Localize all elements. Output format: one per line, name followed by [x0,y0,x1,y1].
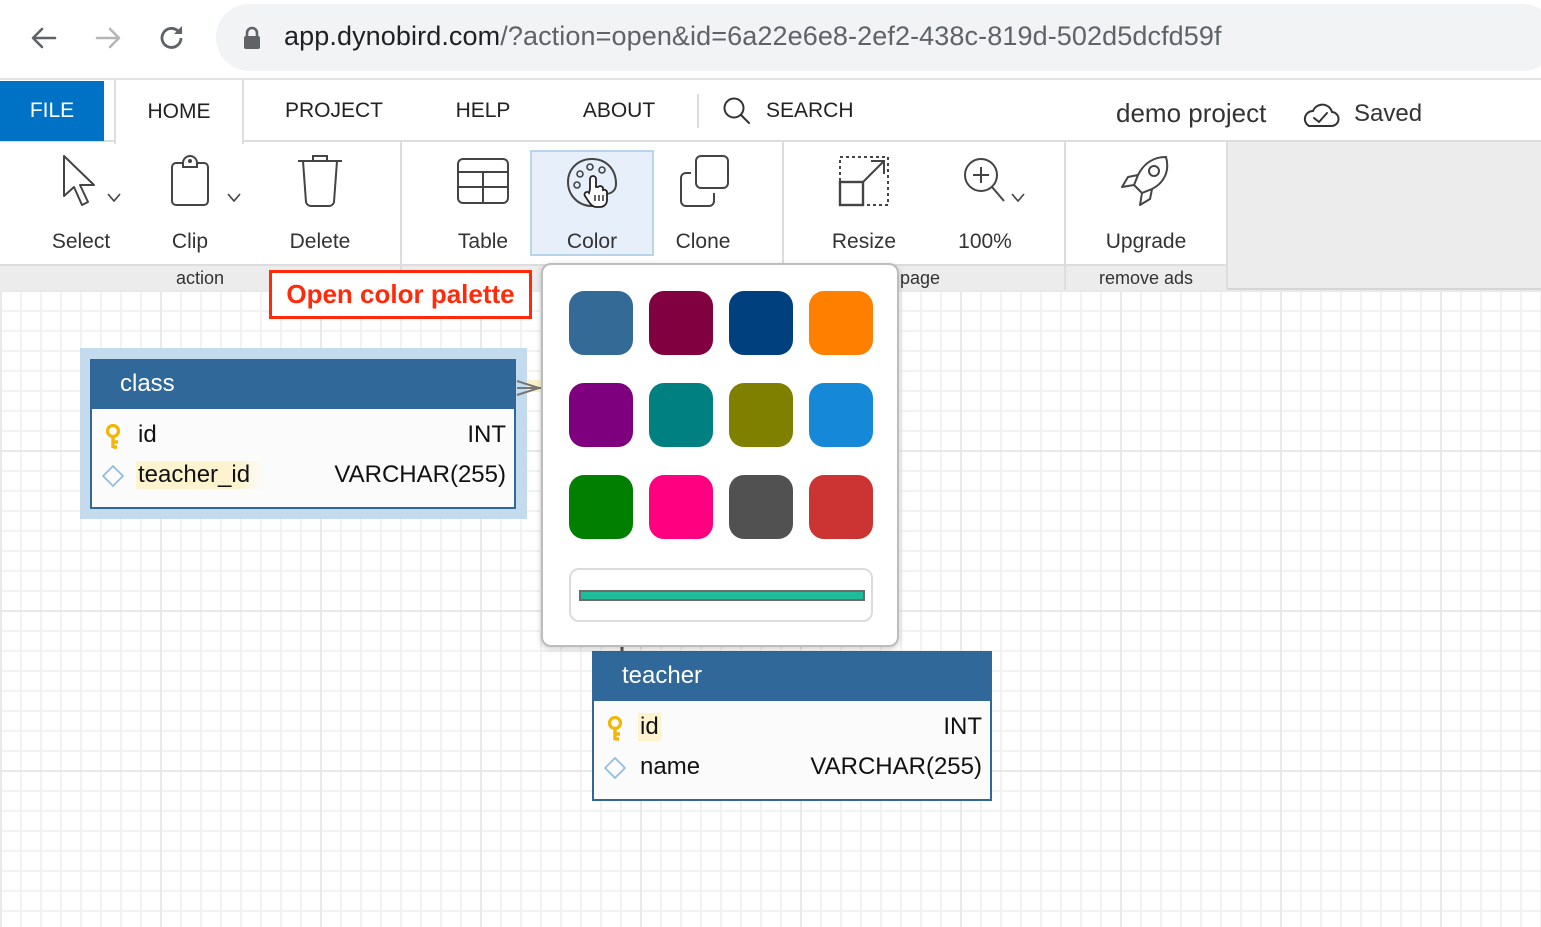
clip-button[interactable]: Clip [150,150,230,254]
reload-icon [160,26,183,49]
zoom-level-label: 100% [958,230,1012,253]
primary-key-icon [607,716,623,741]
column-name: id [138,421,157,448]
color-swatch[interactable] [729,475,793,539]
upgrade-button[interactable]: Upgrade [1096,150,1196,254]
trash-icon [298,155,342,207]
column-type: INT [943,713,982,740]
color-swatch[interactable] [809,291,873,355]
search-button[interactable]: SEARCH [722,80,854,142]
column-name: id [638,713,661,741]
color-swatch[interactable] [809,475,873,539]
color-swatch[interactable] [569,383,633,447]
ribbon-group-remove-ads: Upgrade remove ads [1066,142,1228,290]
custom-color-picker[interactable] [569,568,873,622]
clone-label: Clone [675,230,731,253]
rocket-icon [1121,156,1169,206]
cursor-arrow-icon [63,155,95,206]
browser-toolbar: app.dynobird.com/?action=open&id=6a22e6e… [0,0,1541,80]
primary-key-icon [105,424,121,449]
ribbon-group-label: remove ads [1066,264,1226,290]
table-button[interactable]: Table [444,150,522,254]
table-row[interactable]: teacher_id VARCHAR(255) [92,456,514,496]
table-header[interactable]: teacher [594,653,990,701]
er-table-class[interactable]: class id INT teacher_id VARCHAR(255) [90,359,516,509]
column-type: INT [467,421,506,448]
column-diamond-icon [604,757,626,779]
page-group-label: page [900,268,941,288]
annotation-label: Open color palette [269,270,532,319]
color-swatch[interactable] [649,291,713,355]
address-bar[interactable]: app.dynobird.com/?action=open&id=6a22e6e… [216,4,1541,71]
table-header[interactable]: class [92,361,514,409]
tab-project[interactable]: PROJECT [270,80,398,142]
tab-home[interactable]: HOME [114,80,244,144]
color-swatch[interactable] [649,475,713,539]
delete-button[interactable]: Delete [276,150,364,254]
column-name: name [640,753,701,780]
cloud-check-icon [1303,103,1340,127]
app-menubar: FILE HOME PROJECT HELP ABOUT SEARCH demo… [0,80,1541,144]
arrow-left-icon [31,27,57,49]
palette-icon [566,157,618,208]
delete-label: Delete [289,230,351,253]
chevron-down-icon [107,193,121,203]
color-label: Color [566,230,618,253]
chevron-down-icon [227,193,241,203]
table-label: Table [457,230,509,253]
lock-icon [244,26,260,49]
tab-help[interactable]: HELP [440,80,526,142]
select-dropdown-caret[interactable] [106,190,122,208]
select-label: Select [51,230,111,253]
url-host: app.dynobird.com [284,21,501,51]
color-palette-popover [541,263,899,647]
chevron-down-icon [1011,193,1025,203]
resize-button[interactable]: Resize [824,150,904,254]
column-name: teacher_id [136,461,265,489]
search-label: SEARCH [766,99,854,122]
clip-label: Clip [171,230,209,253]
resize-label: Resize [831,230,897,253]
color-swatch[interactable] [649,383,713,447]
arrow-right-icon [95,27,121,49]
clipboard-icon [171,155,209,206]
upgrade-label: Upgrade [1105,230,1187,253]
table-row[interactable]: id INT [594,708,990,748]
url-path: /?action=open&id=6a22e6e8-2ef2-438c-819d… [500,21,1222,51]
column-type: VARCHAR(255) [334,461,506,488]
color-swatch[interactable] [729,383,793,447]
url-text: app.dynobird.com/?action=open&id=6a22e6e… [284,21,1222,52]
forward-button[interactable] [88,18,128,58]
clone-icon [680,155,729,207]
menu-divider [697,94,699,128]
project-name[interactable]: demo project [1116,98,1266,129]
save-status: Saved [1354,100,1423,127]
zoom-dropdown-caret[interactable] [1010,190,1026,208]
ribbon-group-action: Select Clip Delete action [0,142,402,290]
er-table-teacher[interactable]: teacher id INT name VARCHAR(255) [592,651,992,801]
foreign-key-diamond-icon [102,465,124,487]
tab-about[interactable]: ABOUT [568,80,670,142]
table-row[interactable]: id INT [92,416,514,456]
reload-button[interactable] [152,18,192,58]
clone-button[interactable]: Clone [664,150,742,254]
table-row[interactable]: name VARCHAR(255) [594,748,990,788]
color-swatch[interactable] [729,291,793,355]
zoom-in-icon [964,158,1005,202]
file-menu-button[interactable]: FILE [0,81,104,141]
column-type: VARCHAR(255) [810,753,982,780]
custom-color-preview [579,590,865,601]
color-swatch[interactable] [809,383,873,447]
color-button[interactable]: Color [530,150,654,256]
resize-icon [838,156,889,207]
color-swatch[interactable] [569,291,633,355]
clip-dropdown-caret[interactable] [226,190,242,208]
search-icon [723,97,750,124]
color-swatch[interactable] [569,475,633,539]
table-icon [457,158,509,204]
back-button[interactable] [24,18,64,58]
